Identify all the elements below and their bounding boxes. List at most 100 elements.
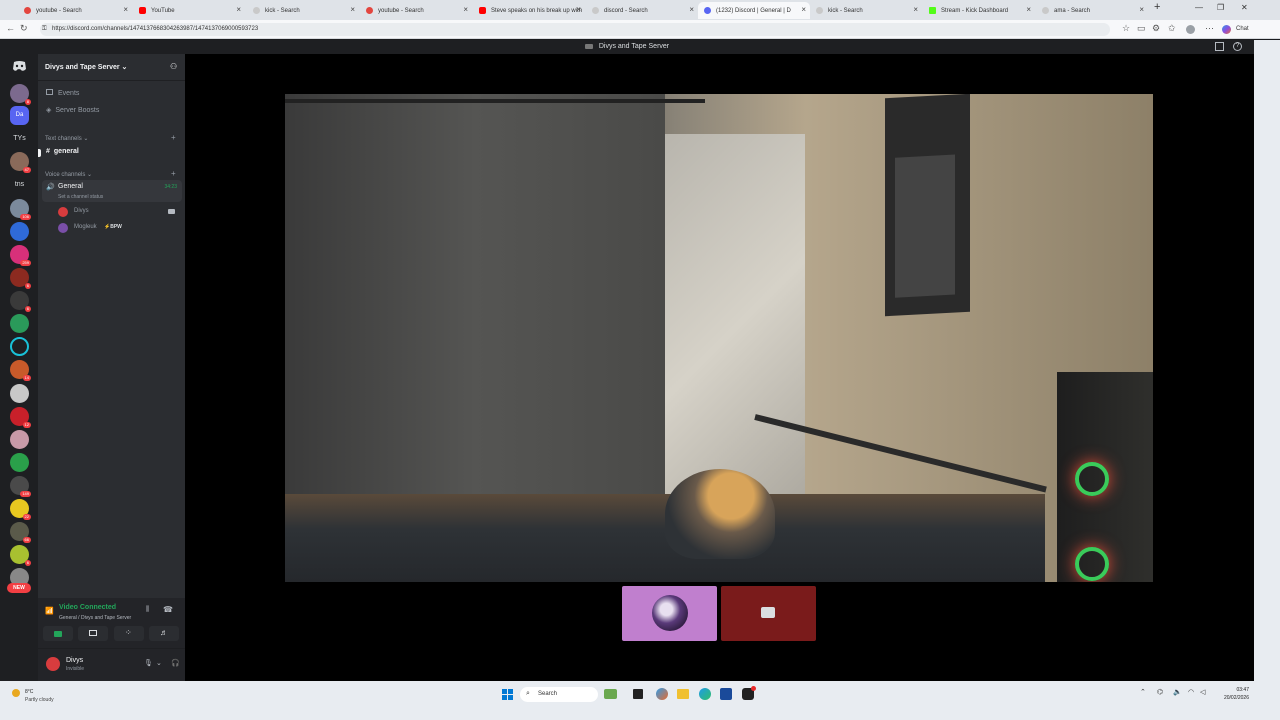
participant-tile-camera-off[interactable]: [721, 586, 816, 641]
discord-taskbar-icon[interactable]: [742, 686, 756, 700]
server-icon[interactable]: 47: [10, 152, 31, 173]
edge-icon[interactable]: [699, 688, 711, 700]
clock[interactable]: 03:47 20/02/2026: [1215, 687, 1249, 701]
file-explorer-icon[interactable]: [677, 689, 689, 699]
close-tab-icon[interactable]: ×: [350, 5, 355, 14]
start-button[interactable]: [502, 689, 513, 700]
close-tab-icon[interactable]: ×: [801, 5, 806, 14]
server-icon[interactable]: 106: [10, 199, 31, 220]
chevron-down-icon[interactable]: ⌄: [156, 659, 162, 667]
discord-home-icon[interactable]: [12, 60, 27, 72]
server-icon[interactable]: 6: [10, 291, 31, 312]
wifi-icon[interactable]: ◠: [1188, 688, 1194, 696]
extensions-icon[interactable]: ⚙: [1152, 23, 1160, 34]
video-button[interactable]: [43, 626, 73, 641]
voice-member-divys[interactable]: Divys: [58, 206, 178, 218]
server-icon[interactable]: [10, 384, 29, 403]
star-icon[interactable]: ☆: [1122, 23, 1130, 34]
chat-label[interactable]: Chat: [1236, 26, 1249, 32]
server-icon-current[interactable]: Da: [10, 106, 29, 125]
close-tab-icon[interactable]: ×: [1139, 5, 1144, 14]
tab-discord-active[interactable]: (1232) Discord | General | D ×: [698, 2, 810, 19]
server-name[interactable]: Divys and Tape Server ⌄: [45, 63, 127, 71]
tab-ama-search[interactable]: ama - Search ×: [1036, 2, 1148, 19]
help-icon[interactable]: ?: [1233, 42, 1242, 51]
events-item[interactable]: Events: [46, 89, 79, 97]
server-tys[interactable]: TYs: [10, 129, 29, 148]
server-icon[interactable]: [10, 430, 29, 449]
tab-youtube[interactable]: YouTube ×: [133, 2, 245, 19]
server-icon[interactable]: 14: [10, 360, 31, 381]
minimize-button[interactable]: —: [1195, 3, 1203, 12]
taskbar-search[interactable]: ⌕ Search: [520, 687, 598, 702]
close-tab-icon[interactable]: ×: [913, 5, 918, 14]
server-icon[interactable]: 259: [10, 245, 31, 266]
close-tab-icon[interactable]: ×: [123, 5, 128, 14]
microphone-icon[interactable]: 🎙: [144, 659, 153, 667]
maximize-button[interactable]: ❐: [1217, 3, 1224, 12]
tab-steve-video[interactable]: Steve speaks on his break up with ×: [473, 2, 585, 19]
volume-icon[interactable]: 🔈: [1173, 688, 1182, 696]
profile-avatar[interactable]: [1186, 25, 1195, 34]
tray-chevron-icon[interactable]: ⌃: [1140, 688, 1146, 696]
close-tab-icon[interactable]: ×: [236, 5, 241, 14]
address-bar[interactable]: ⚿ https://discord.com/channels/147413766…: [40, 23, 1110, 36]
server-boosts-item[interactable]: ◈ Server Boosts: [46, 106, 99, 114]
network-icon[interactable]: ⌬: [1157, 688, 1163, 696]
tab-discord-search[interactable]: discord - Search ×: [586, 2, 698, 19]
channel-status-hint[interactable]: Set a channel status: [58, 194, 103, 200]
voice-channel-general[interactable]: 🔊 General 34:23 Set a channel status: [42, 180, 182, 202]
server-icon[interactable]: [10, 453, 29, 472]
task-view-icon[interactable]: [633, 689, 643, 699]
weather-widget[interactable]: 8°C Partly cloudy: [8, 686, 78, 714]
split-view-icon[interactable]: ▭: [1137, 23, 1146, 34]
copilot-icon[interactable]: [1222, 25, 1231, 34]
refresh-icon[interactable]: ↻: [20, 23, 28, 34]
text-channels-category[interactable]: Text channels ⌄: [45, 135, 88, 142]
channel-general-text[interactable]: # general: [46, 148, 79, 155]
server-icon[interactable]: 6: [10, 545, 31, 566]
voice-channels-category[interactable]: Voice channels ⌄: [45, 171, 92, 178]
tab-kick-search-2[interactable]: kick - Search ×: [810, 2, 922, 19]
participant-tile-avatar[interactable]: [622, 586, 717, 641]
server-icon[interactable]: 12: [10, 407, 31, 428]
favorites-icon[interactable]: ✩: [1168, 23, 1176, 34]
soundboard-button[interactable]: ♬: [149, 626, 179, 641]
server-icon[interactable]: [10, 222, 29, 241]
inbox-icon[interactable]: [1215, 42, 1224, 51]
tab-youtube-search-1[interactable]: youtube - Search ×: [18, 2, 132, 19]
server-icon[interactable]: 22: [10, 499, 31, 520]
server-icon[interactable]: [10, 314, 29, 333]
user-panel[interactable]: Divys Invisible: [42, 652, 122, 676]
server-icon[interactable]: [10, 337, 29, 356]
close-tab-icon[interactable]: ×: [689, 5, 694, 14]
tab-kick-dashboard[interactable]: Stream - Kick Dashboard ×: [923, 2, 1035, 19]
add-text-channel-icon[interactable]: +: [171, 133, 176, 142]
copilot-taskbar-icon[interactable]: [656, 688, 668, 700]
voice-member-mogleuk[interactable]: Mogleuk ⚡BPW: [58, 222, 178, 234]
video-feed-main[interactable]: [285, 94, 1153, 582]
sound-icon[interactable]: ◁: [1200, 688, 1205, 696]
close-tab-icon[interactable]: ×: [463, 5, 468, 14]
noise-suppression-icon[interactable]: ⫼: [146, 606, 149, 614]
disconnect-icon[interactable]: ☎: [163, 605, 173, 614]
activities-button[interactable]: ⁘: [114, 626, 144, 641]
close-window-button[interactable]: ✕: [1241, 3, 1248, 12]
new-tab-button[interactable]: +: [1154, 1, 1160, 13]
voice-location[interactable]: General / Divys and Tape Server: [59, 615, 131, 621]
screen-share-button[interactable]: [78, 626, 108, 641]
invite-icon[interactable]: ⚇: [170, 62, 177, 71]
close-tab-icon[interactable]: ×: [1026, 5, 1031, 14]
server-icon[interactable]: 66: [10, 522, 31, 543]
server-icon[interactable]: 8: [10, 84, 31, 105]
server-icon[interactable]: 149: [10, 476, 31, 497]
server-tns[interactable]: tns: [10, 175, 29, 194]
server-icon[interactable]: 6: [10, 268, 31, 289]
add-voice-channel-icon[interactable]: +: [171, 169, 176, 178]
headphones-icon[interactable]: 🎧: [171, 659, 180, 667]
tab-youtube-search-2[interactable]: youtube - Search ×: [360, 2, 472, 19]
tab-kick-search[interactable]: kick - Search ×: [247, 2, 359, 19]
back-icon[interactable]: ←: [6, 23, 15, 33]
store-icon[interactable]: [720, 688, 732, 700]
more-menu-icon[interactable]: ⋯: [1205, 23, 1214, 34]
